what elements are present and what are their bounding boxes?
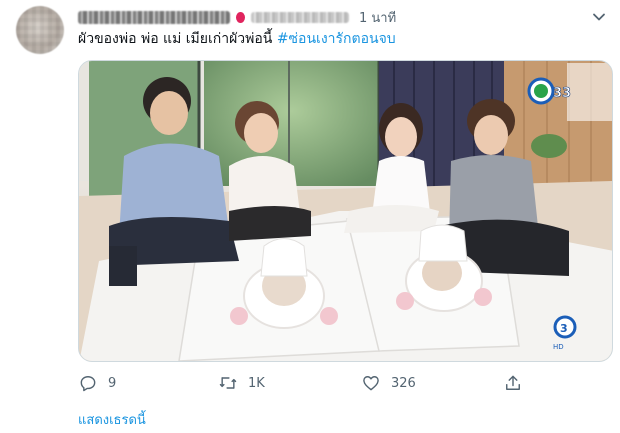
tweet-header: 1 นาที [78, 7, 396, 27]
chevron-down-icon [593, 13, 605, 21]
retweet-count: 1K [248, 375, 265, 391]
tweet-text: ผัวของพ่อ พ่อ แม่ เมียเก่าผัวพ่อนี้ #ซ่อ… [78, 29, 396, 49]
reply-icon [80, 376, 96, 392]
tweet-timestamp[interactable]: 1 นาที [359, 7, 396, 28]
like-button[interactable]: 326 [361, 372, 416, 394]
retweet-button[interactable]: 1K [218, 372, 265, 394]
heart-emoji-icon [236, 11, 245, 23]
tweet-more-button[interactable] [588, 6, 610, 28]
like-count: 326 [391, 375, 416, 391]
tweet-body: ผัวของพ่อ พ่อ แม่ เมียเก่าผัวพ่อนี้ [78, 31, 273, 47]
show-thread-link[interactable]: แสดงเธรดนี้ [78, 409, 146, 430]
share-button[interactable] [503, 372, 523, 394]
reply-button[interactable]: 9 [78, 372, 116, 394]
reply-count: 9 [108, 375, 117, 391]
channel-logo-digit: 3 [560, 322, 568, 335]
tweet-actions: 9 1K 326 [78, 372, 528, 394]
retweet-icon [219, 377, 237, 389]
channel-logo-sub: HD [553, 343, 564, 351]
share-icon [506, 375, 520, 390]
tweet-media-image[interactable]: 33 3 HD [78, 60, 613, 362]
channel-number-label: 33 [553, 86, 571, 101]
author-avatar[interactable] [16, 6, 64, 54]
author-name-redacted[interactable] [78, 10, 230, 24]
heart-icon [363, 376, 379, 391]
author-handle-redacted[interactable] [251, 11, 349, 23]
hashtag-link[interactable]: #ซ่อนเงารักตอนจบ [277, 31, 396, 47]
